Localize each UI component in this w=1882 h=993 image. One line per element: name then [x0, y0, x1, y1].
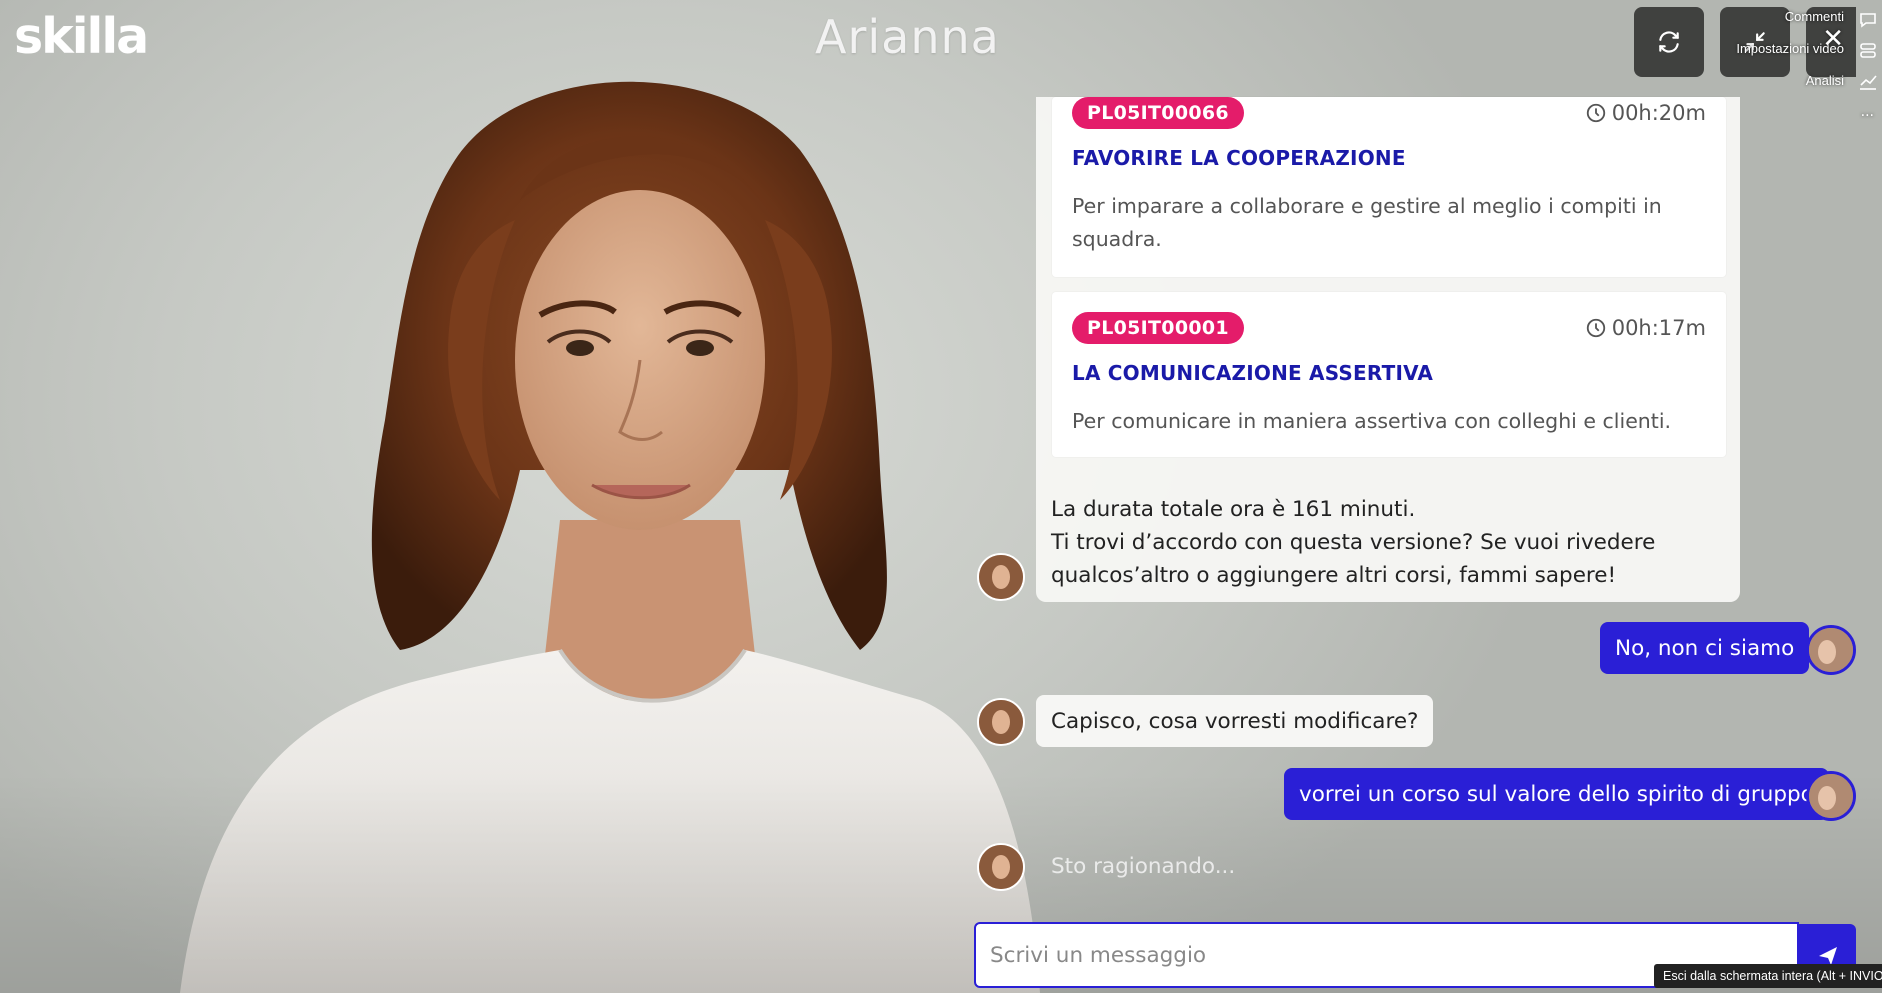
close-icon[interactable]: ✕	[1822, 26, 1844, 52]
comment-icon[interactable]	[1858, 10, 1878, 30]
course-duration-label: 00h:17m	[1611, 316, 1706, 340]
settings-icon[interactable]	[1858, 41, 1878, 61]
analysis-link[interactable]: Analisi	[1806, 73, 1844, 88]
refresh-button[interactable]	[1634, 7, 1704, 77]
course-title: LA COMUNICAZIONE ASSERTIVA	[1072, 361, 1434, 385]
course-code-badge: PL05IT00001	[1072, 312, 1244, 344]
course-duration: 00h:20m	[1585, 101, 1706, 125]
bot-summary-text: La durata totale ora è 161 minuti. Ti tr…	[1051, 493, 1711, 592]
chart-icon[interactable]	[1858, 72, 1878, 92]
skilla-logo: skilla	[14, 8, 149, 65]
course-duration: 00h:17m	[1585, 316, 1706, 340]
course-code-badge: PL05IT00066	[1072, 97, 1244, 129]
user-avatar	[1806, 771, 1856, 821]
user-avatar	[1806, 625, 1856, 675]
clock-icon	[1586, 318, 1605, 338]
avatar-name: Arianna	[815, 10, 1000, 64]
fullscreen-exit-tooltip: Esci dalla schermata intera (Alt + INVIO…	[1654, 964, 1882, 988]
user-message: No, non ci siamo	[1600, 622, 1810, 674]
course-description: Per imparare a collaborare e gestire al …	[1072, 194, 1662, 251]
typing-indicator: Sto ragionando...	[1051, 854, 1236, 879]
more-options[interactable]: ...	[1861, 104, 1874, 120]
course-description: Per comunicare in maniera assertiva con …	[1072, 409, 1672, 433]
bot-avatar	[977, 553, 1025, 601]
course-title: FAVORIRE LA COOPERAZIONE	[1072, 146, 1406, 170]
clock-icon	[1586, 103, 1605, 123]
bot-avatar	[977, 698, 1025, 746]
bot-message: Capisco, cosa vorresti modificare?	[1036, 695, 1434, 747]
refresh-icon	[1659, 31, 1679, 53]
user-message: vorrei un corso sul valore dello spirito…	[1284, 768, 1829, 820]
comments-link[interactable]: Commenti	[1785, 9, 1844, 24]
course-card[interactable]: PL05IT00001 00h:17m LA COMUNICAZIONE ASS…	[1052, 292, 1726, 457]
bot-summary-line: Ti trovi d’accordo con questa versione? …	[1051, 530, 1656, 588]
bot-summary-line: La durata totale ora è 161 minuti.	[1051, 497, 1416, 522]
course-card[interactable]: PL05IT00066 00h:20m FAVORIRE LA COOPERAZ…	[1052, 97, 1726, 277]
bot-avatar	[977, 843, 1025, 891]
bot-message-courses: PL05IT00066 00h:20m FAVORIRE LA COOPERAZ…	[1036, 97, 1740, 602]
course-duration-label: 00h:20m	[1611, 101, 1706, 125]
